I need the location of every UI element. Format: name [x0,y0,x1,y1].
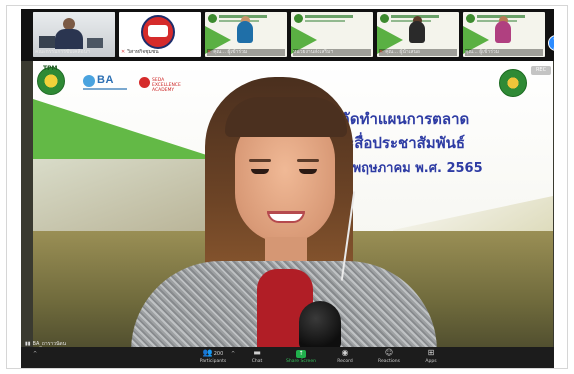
caret-up-icon[interactable]: ^ [33,351,37,357]
share-screen-label: Share Screen [286,359,316,364]
chat-button[interactable]: ▬ Chat [235,348,279,368]
record-icon: ◉ [341,348,349,357]
participant-name: คุณ... ผู้นำเสนอ [385,49,420,55]
microphone [299,301,341,351]
active-speaker-video: TPM BA SEDA EXCELLENCE ACADEMY REC รจัดท… [21,61,554,351]
zoom-meeting-window: คณะกรรมการขับเคลื่อนฯ ✕ วิสาหกิจชุมชน ✕ คุ… [21,9,554,368]
participant-name: คุณ... ผู้เข้าร่วม [213,49,248,55]
mic-muted-icon: ✕ [207,49,212,55]
participant-thumbnail[interactable]: ✕ คุณ... ผู้นำเสนอ [377,12,459,57]
meeting-toolbar: ^ 👥200 Participants ^ ▬ Chat ↑ Share Scr… [21,347,554,368]
chat-icon: ▬ [253,348,261,357]
participant-name: วิสาหกิจชุมชน [127,49,159,55]
chat-label: Chat [251,359,263,364]
reactions-button[interactable]: ☺ Reactions [367,348,411,368]
apps-button[interactable]: ⊞ Apps [409,348,453,368]
ministry-seal-logo [499,69,527,97]
participants-label: Participants [199,359,227,364]
apps-icon: ⊞ [427,348,435,357]
mic-muted-icon: ✕ [379,49,384,55]
share-screen-icon: ↑ [296,350,306,358]
apps-label: Apps [425,359,437,364]
participant-thumbnail[interactable]: หน่วยงานส่งเสริมฯ [291,12,373,57]
record-button[interactable]: ◉ Record [323,348,367,368]
participant-name: หน่วยงานส่งเสริมฯ [293,49,371,56]
participant-thumbnail[interactable]: คณะกรรมการขับเคลื่อนฯ [33,12,115,57]
reactions-label: Reactions [378,359,400,364]
gallery-next-button[interactable]: ❯ [548,35,554,51]
participant-name: คุณ... ผู้เข้าร่วม [465,49,543,56]
share-screen-button[interactable]: ↑ Share Screen [279,348,323,368]
participant-thumbnail[interactable]: คุณ... ผู้เข้าร่วม [463,12,545,57]
tpm-logo-text: TPM [43,65,58,72]
participant-thumbnail[interactable]: ✕ วิสาหกิจชุมชน [119,12,201,57]
participants-icon: 👥 [202,348,213,357]
recording-chip: REC [531,66,551,75]
presenter-video [107,71,437,351]
participant-thumbnail[interactable]: ✕ คุณ... ผู้เข้าร่วม [205,12,287,57]
reactions-icon: ☺ [384,348,394,357]
chevron-right-icon: ❯ [552,38,554,49]
mic-muted-icon: ✕ [121,49,126,55]
participant-name: คณะกรรมการขับเคลื่อนฯ [35,49,90,55]
participants-button[interactable]: 👥200 Participants [191,348,235,368]
participants-count: 200 [213,351,224,357]
gallery-strip: คณะกรรมการขับเคลื่อนฯ ✕ วิสาหกิจชุมชน ✕ คุ… [21,9,554,61]
ba-logo-icon [83,75,95,87]
record-label: Record [337,359,353,364]
